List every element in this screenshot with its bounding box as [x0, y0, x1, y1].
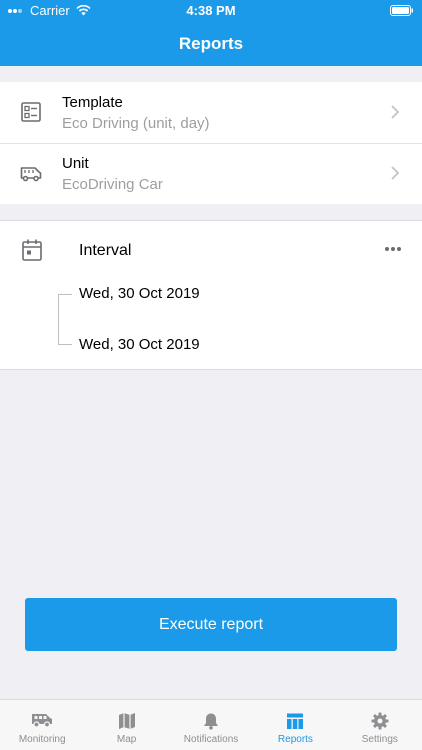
- tab-label: Reports: [277, 734, 313, 745]
- gear-icon: [371, 712, 389, 730]
- interval-from-date[interactable]: Wed, 30 Oct 2019: [79, 285, 200, 302]
- tab-settings[interactable]: Settings: [338, 700, 422, 750]
- interval-label: Interval: [79, 242, 132, 259]
- tab-label: Notifications: [183, 734, 239, 745]
- unit-value: EcoDriving Car: [62, 176, 163, 193]
- tab-notifications[interactable]: Notifications: [169, 700, 253, 750]
- tab-map[interactable]: Map: [84, 700, 168, 750]
- van-icon: [20, 167, 42, 182]
- template-row[interactable]: Template Eco Driving (unit, day): [0, 82, 422, 143]
- calendar-icon: [22, 239, 42, 261]
- template-icon: [21, 102, 41, 122]
- table-icon: [287, 713, 304, 729]
- status-bar: Carrier 4:38 PM: [0, 0, 422, 22]
- navigation-header: Carrier 4:38 PM Reports: [0, 0, 422, 66]
- unit-row[interactable]: Unit EcoDriving Car: [0, 143, 422, 204]
- tab-label: Settings: [361, 734, 398, 745]
- battery-icon: [390, 4, 414, 19]
- bell-icon: [204, 713, 219, 730]
- tab-bar: Monitoring Map Notifications Reports Set…: [0, 699, 422, 750]
- execute-report-button[interactable]: Execute report: [25, 598, 397, 651]
- van-icon: [32, 714, 53, 728]
- tab-reports[interactable]: Reports: [253, 700, 337, 750]
- chevron-right-icon: [391, 105, 400, 119]
- template-label: Template: [62, 94, 123, 111]
- unit-label: Unit: [62, 155, 89, 172]
- tab-label: Map: [116, 734, 137, 745]
- report-settings-card: Template Eco Driving (unit, day) Unit Ec…: [0, 82, 422, 204]
- status-time: 4:38 PM: [186, 3, 236, 18]
- more-options-icon[interactable]: [384, 246, 402, 252]
- template-value: Eco Driving (unit, day): [62, 115, 210, 132]
- interval-to-date[interactable]: Wed, 30 Oct 2019: [79, 336, 200, 353]
- tab-label: Monitoring: [18, 734, 66, 745]
- map-icon: [118, 713, 135, 729]
- interval-range-bracket: [58, 294, 72, 345]
- page-title: Reports: [178, 34, 244, 53]
- chevron-right-icon: [391, 166, 400, 180]
- tab-monitoring[interactable]: Monitoring: [0, 700, 84, 750]
